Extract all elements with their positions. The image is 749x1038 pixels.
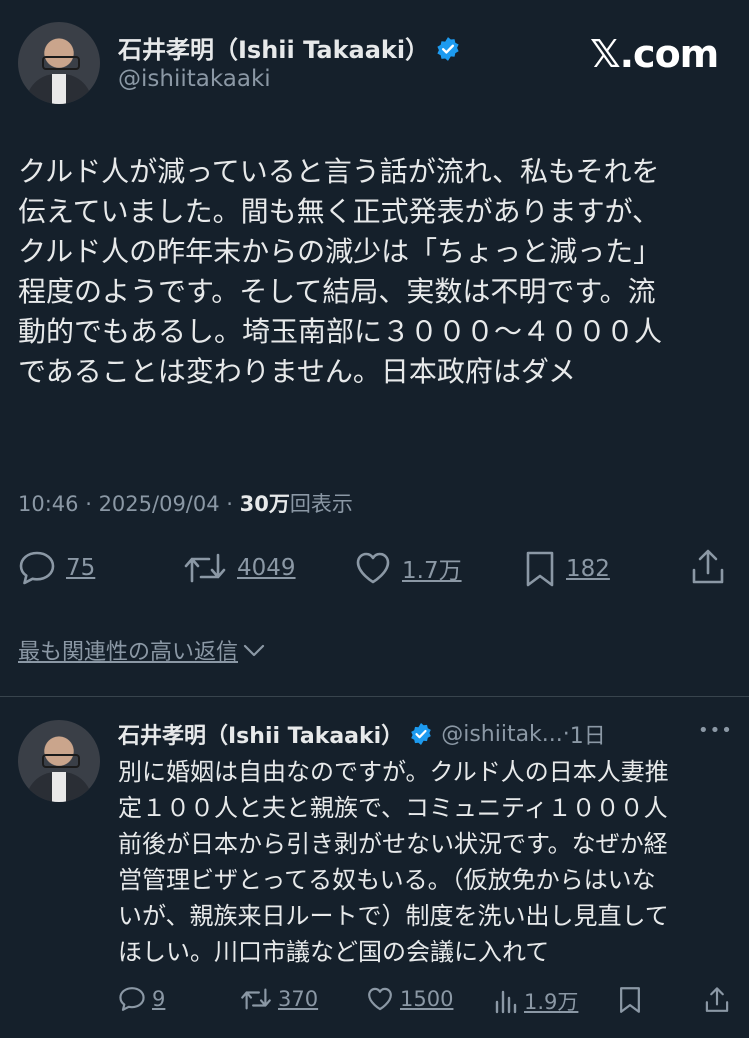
reply-text: 別に婚姻は自由なのですが。クルド人の日本人妻推 定１００人と夫と親族で、コミュニ…	[118, 754, 738, 970]
bookmark-count: 182	[566, 556, 610, 582]
reply-author-name[interactable]: 石井孝明（Ishii Takaaki）	[118, 718, 403, 750]
tweet-date[interactable]: 2025/09/04	[99, 492, 220, 516]
author-name-row[interactable]: 石井孝明（Ishii Takaaki）	[118, 30, 461, 65]
reply-reply-button[interactable]: 9	[118, 986, 165, 1012]
author-avatar[interactable]	[18, 22, 100, 104]
reply-button[interactable]: 75	[18, 550, 95, 586]
reply-like-button[interactable]: 1500	[366, 986, 453, 1012]
like-count: 1.7万	[402, 558, 462, 584]
reply-retweet-button[interactable]: 370	[240, 986, 318, 1012]
share-icon	[704, 986, 730, 1014]
tweet-text-line: であることは変わりません。日本政府はダメ	[18, 355, 577, 388]
more-options-icon[interactable]: •••	[698, 720, 733, 741]
x-logo: 𝕏.com	[590, 32, 719, 76]
retweet-count: 4049	[237, 555, 296, 581]
tweet-text-line: 伝えていました。間も無く正式発表がありますが、	[18, 195, 661, 228]
reply-text-line: ほしい。川口市議など国の会議に入れて	[118, 938, 550, 966]
tweet-text-line: 動的でもあるし。埼玉南部に３０００〜４０００人	[18, 315, 663, 348]
tweet-text-line: 程度のようです。そして結局、実数は不明です。流	[18, 275, 656, 308]
reply-text-line: 前後が日本から引き剥がせない状況です。なぜか経	[118, 830, 668, 858]
views-count: 30万	[239, 492, 290, 516]
bookmark-icon	[524, 550, 556, 588]
reply-icon	[118, 986, 146, 1012]
reply-text-line: 定１００人と夫と親族で、コミュニティ１０００人	[118, 794, 668, 822]
reply-views-count: 1.9万	[524, 990, 579, 1014]
reply-author-avatar[interactable]	[18, 720, 100, 802]
tweet-time[interactable]: 10:46	[18, 492, 79, 516]
views-bar-chart-icon	[494, 988, 518, 1014]
retweet-icon	[183, 550, 227, 586]
reply-text-line: いが、親族来日ルートで）制度を洗い出し見直して	[118, 902, 669, 930]
heart-icon	[366, 986, 394, 1012]
author-handle[interactable]: @ishiitakaaki	[118, 66, 271, 92]
reply-bookmark-button[interactable]	[618, 986, 642, 1014]
reply-retweet-count: 370	[278, 987, 319, 1011]
verified-badge-icon	[409, 722, 433, 746]
related-replies-label: 最も関連性の高い返信	[18, 640, 239, 665]
reply-header: 石井孝明（Ishii Takaaki） @ishiitak... · 1日	[118, 718, 606, 750]
related-replies-toggle[interactable]: 最も関連性の高い返信	[18, 634, 266, 666]
reply-views-button[interactable]: 1.9万	[494, 986, 578, 1016]
heart-icon	[354, 550, 392, 586]
tweet-text-line: クルド人の昨年末からの減少は「ちょっと減った」	[18, 235, 662, 268]
tweet-text-line: クルド人が減っていると言う話が流れ、私もそれを	[18, 155, 660, 188]
reply-text-line: 別に婚姻は自由なのですが。クルド人の日本人妻推	[118, 758, 669, 786]
author-name[interactable]: 石井孝明（Ishii Takaaki）	[118, 36, 429, 64]
divider	[0, 696, 749, 697]
reply-text-line: 営管理ビザとってる奴もいる。（仮放免からはいな	[118, 866, 656, 894]
bookmark-button[interactable]: 182	[524, 550, 610, 588]
views-label: 回表示	[289, 492, 353, 516]
reply-share-button[interactable]	[704, 986, 730, 1014]
reply-author-handle[interactable]: @ishiitak...	[441, 722, 563, 747]
reply-age[interactable]: 1日	[570, 718, 606, 750]
reply-reply-count: 9	[152, 987, 166, 1011]
tweet-meta: 10:46 · 2025/09/04 · 30万回表示	[18, 492, 353, 516]
tweet-text: クルド人が減っていると言う話が流れ、私もそれを 伝えていました。間も無く正式発表…	[18, 152, 733, 392]
reply-count: 75	[66, 555, 96, 581]
retweet-button[interactable]: 4049	[183, 550, 296, 586]
share-button[interactable]	[690, 548, 726, 586]
reply-like-count: 1500	[400, 987, 454, 1011]
like-button[interactable]: 1.7万	[354, 550, 462, 586]
retweet-icon	[240, 986, 272, 1012]
verified-badge-icon	[435, 36, 461, 62]
chevron-down-icon	[242, 640, 266, 660]
bookmark-icon	[618, 986, 642, 1014]
reply-icon	[18, 550, 56, 586]
share-icon	[690, 548, 726, 586]
